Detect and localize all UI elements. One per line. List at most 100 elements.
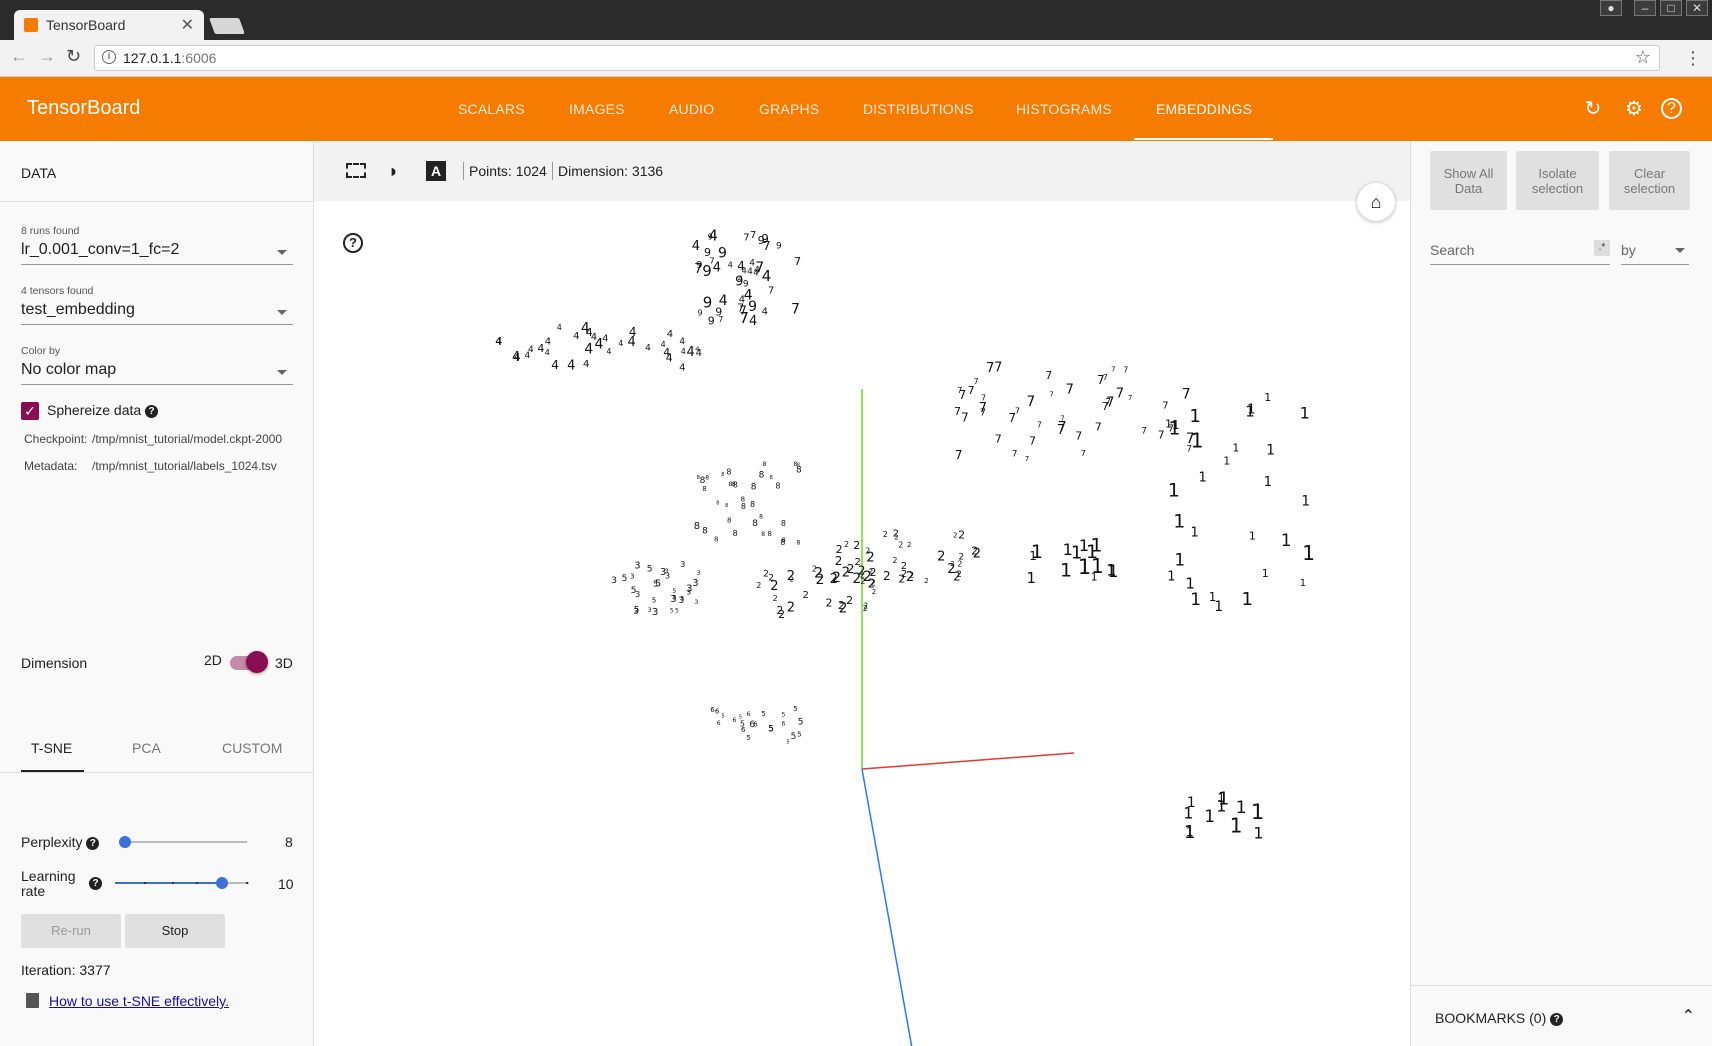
digit-sprite[interactable]: 4 (679, 363, 685, 374)
digit-sprite[interactable]: 3 (697, 570, 701, 577)
select-region-icon[interactable] (346, 163, 366, 178)
chevron-up-icon[interactable]: ⌃ (1682, 1006, 1695, 1026)
tab-images[interactable]: IMAGES (569, 101, 625, 117)
digit-sprite[interactable]: 3 (630, 572, 634, 580)
digit-sprite[interactable]: 7 (1075, 429, 1082, 442)
digit-sprite[interactable]: 2 (883, 569, 891, 583)
digit-sprite[interactable]: 3 (611, 576, 617, 586)
digit-sprite[interactable]: 1 (1214, 599, 1223, 615)
digit-sprite[interactable]: 8 (721, 472, 724, 478)
digit-sprite[interactable]: 7 (1012, 449, 1018, 459)
digit-sprite[interactable]: 1 (1301, 493, 1310, 509)
digit-sprite[interactable]: 4 (557, 323, 562, 332)
digit-sprite[interactable]: 8 (733, 529, 738, 538)
digit-sprite[interactable]: 7 (961, 411, 969, 425)
digit-sprite[interactable]: 5 (791, 732, 797, 742)
help-icon[interactable]: ? (1661, 98, 1682, 119)
perplexity-slider[interactable] (121, 841, 247, 843)
digit-sprite[interactable]: 7 (1111, 366, 1115, 374)
digit-sprite[interactable]: 3 (680, 560, 685, 569)
digit-sprite[interactable]: 4 (737, 259, 745, 273)
digit-sprite[interactable]: 2 (763, 570, 769, 580)
digit-sprite[interactable]: 8 (796, 466, 802, 476)
digit-sprite[interactable]: 1 (1300, 404, 1310, 423)
digit-sprite[interactable]: 4 (545, 337, 551, 348)
digit-sprite[interactable]: 7 (955, 448, 963, 462)
digit-sprite[interactable]: 1 (1199, 470, 1207, 485)
digit-sprite[interactable]: 3 (634, 607, 639, 616)
digit-sprite[interactable]: 2 (909, 571, 914, 580)
digit-sprite[interactable]: 1 (1230, 813, 1243, 837)
help-icon[interactable]: ? (89, 877, 102, 890)
digit-sprite[interactable]: 7 (1025, 455, 1029, 463)
digit-sprite[interactable]: 2 (842, 565, 850, 580)
refresh-icon[interactable]: ↻ (1581, 96, 1605, 120)
digit-sprite[interactable]: 4 (753, 269, 758, 278)
digit-sprite[interactable]: 2 (866, 551, 874, 566)
digit-sprite[interactable]: 4 (719, 293, 728, 309)
digit-sprite[interactable]: 2 (958, 528, 965, 541)
digit-sprite[interactable]: 4 (681, 347, 686, 356)
digit-sprite[interactable]: 8 (751, 483, 757, 493)
digit-sprite[interactable]: 4 (667, 329, 673, 340)
digit-sprite[interactable]: 8 (763, 461, 767, 468)
digit-sprite[interactable]: 3 (634, 560, 640, 571)
digit-sprite[interactable]: 4 (629, 325, 637, 339)
digit-sprite[interactable]: 7 (1141, 426, 1147, 436)
digit-sprite[interactable]: 7 (979, 401, 987, 416)
digit-sprite[interactable]: 8 (781, 519, 786, 528)
digit-sprite[interactable]: 1 (1168, 480, 1180, 502)
digit-sprite[interactable]: 7 (954, 405, 961, 418)
show-all-data-button[interactable]: Show All Data (1430, 151, 1507, 210)
digit-sprite[interactable]: 7 (710, 256, 715, 265)
digit-sprite[interactable]: 4 (762, 267, 772, 285)
digit-sprite[interactable]: 2 (898, 541, 903, 550)
digit-sprite[interactable]: 8 (702, 485, 706, 493)
digit-sprite[interactable]: 1 (1300, 578, 1306, 589)
digit-sprite[interactable]: 8 (716, 501, 719, 507)
digit-sprite[interactable]: 4 (551, 358, 559, 372)
digit-sprite[interactable]: 4 (663, 346, 670, 359)
digit-sprite[interactable]: 1 (1184, 822, 1195, 843)
digit-sprite[interactable]: 8 (761, 531, 765, 538)
digit-sprite[interactable]: 2 (756, 581, 761, 590)
labels-toggle-icon[interactable]: A (426, 161, 446, 181)
digit-sprite[interactable]: 2 (846, 594, 853, 607)
digit-sprite[interactable]: 1 (1266, 443, 1275, 459)
digit-sprite[interactable]: 1 (1190, 590, 1201, 610)
back-icon[interactable]: ← (10, 46, 28, 67)
digit-sprite[interactable]: 1 (1245, 403, 1255, 421)
digit-sprite[interactable]: 7 (1162, 400, 1168, 411)
sphereize-checkbox[interactable]: ✓ (21, 402, 39, 420)
digit-sprite[interactable]: 1 (1108, 562, 1119, 582)
digit-sprite[interactable]: 4 (696, 348, 702, 359)
tab-distributions[interactable]: DISTRIBUTIONS (863, 101, 974, 117)
digit-sprite[interactable]: 2 (787, 600, 795, 615)
digit-sprite[interactable]: 7 (1026, 394, 1035, 410)
digit-sprite[interactable]: 1 (1217, 791, 1225, 805)
digit-sprite[interactable]: 7 (1060, 415, 1064, 423)
rerun-button[interactable]: Re-run (21, 914, 121, 948)
digit-sprite[interactable]: 2 (836, 543, 843, 556)
digit-sprite[interactable]: 7 (1049, 391, 1053, 399)
digit-sprite[interactable]: 8 (727, 516, 731, 524)
digit-sprite[interactable]: 2 (773, 594, 778, 603)
digit-sprite[interactable]: 4 (747, 267, 753, 277)
digit-sprite[interactable]: 8 (775, 481, 780, 490)
digit-sprite[interactable]: 1 (1251, 800, 1264, 824)
digit-sprite[interactable]: 4 (762, 306, 768, 317)
digit-sprite[interactable]: 4 (537, 342, 544, 355)
digit-sprite[interactable]: 1 (1174, 551, 1185, 571)
digit-sprite[interactable]: 5 (782, 711, 786, 718)
digit-sprite[interactable]: 2 (883, 530, 888, 539)
digit-sprite[interactable]: 5 (769, 724, 774, 733)
digit-sprite[interactable]: 6 (715, 707, 720, 715)
digit-sprite[interactable]: 4 (687, 345, 695, 360)
digit-sprite[interactable]: 4 (495, 337, 501, 348)
tab-graphs[interactable]: GRAPHS (759, 101, 819, 117)
digit-sprite[interactable]: 9 (735, 275, 743, 290)
digit-sprite[interactable]: 5 (652, 596, 656, 604)
digit-sprite[interactable]: 7 (739, 309, 749, 327)
digit-sprite[interactable]: 2 (826, 596, 833, 609)
digit-sprite[interactable]: 1 (1262, 567, 1269, 580)
